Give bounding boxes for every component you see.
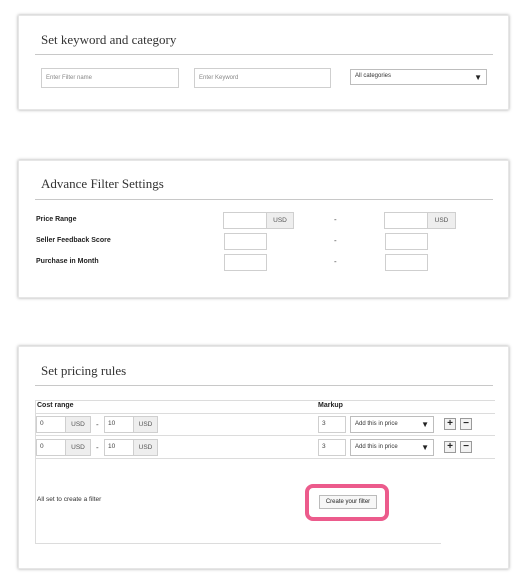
divider <box>35 54 493 55</box>
filter-name-input[interactable]: Enter Filter name <box>41 68 179 88</box>
table-row-rule <box>35 435 495 436</box>
purchase-month-label: Purchase in Month <box>36 258 99 265</box>
feedback-separator: - <box>334 236 337 245</box>
ready-message: All set to create a filter <box>37 496 102 503</box>
cost-from-input[interactable]: 0 <box>36 416 66 433</box>
price-max-input[interactable] <box>384 212 428 229</box>
keyword-input[interactable]: Enter Keyword <box>194 68 331 88</box>
purchase-max-input[interactable] <box>385 254 428 271</box>
price-range-label: Price Range <box>36 216 77 223</box>
price-min-currency: USD <box>266 212 294 229</box>
cost-from-input[interactable]: 0 <box>36 439 66 456</box>
cost-to-currency: USD <box>133 439 158 456</box>
minus-icon[interactable]: − <box>460 441 472 453</box>
cost-range-separator: - <box>96 420 99 429</box>
price-max-currency: USD <box>427 212 456 229</box>
plus-icon[interactable]: + <box>444 441 456 453</box>
minus-icon[interactable]: − <box>460 418 472 430</box>
feedback-max-input[interactable] <box>385 233 428 250</box>
cost-to-input[interactable]: 10 <box>104 439 134 456</box>
table-row-rule <box>35 458 495 459</box>
create-filter-button[interactable]: Create your filter <box>319 495 377 509</box>
keyword-card: Set keyword and category Enter Filter na… <box>18 15 509 110</box>
chevron-down-icon: ▼ <box>421 443 429 452</box>
markup-mode-value: Add this in price <box>355 444 398 450</box>
purchase-min-input[interactable] <box>224 254 267 271</box>
cost-range-separator: - <box>96 443 99 452</box>
plus-icon[interactable]: + <box>444 418 456 430</box>
markup-input[interactable]: 3 <box>318 416 346 433</box>
divider <box>35 385 493 386</box>
table-header-rule <box>35 413 495 414</box>
chevron-down-icon: ▼ <box>421 420 429 429</box>
keyword-card-title: Set keyword and category <box>41 32 177 47</box>
category-select[interactable]: All categories ▼ <box>350 69 487 85</box>
markup-mode-select[interactable]: Add this in price ▼ <box>350 439 434 456</box>
seller-feedback-label: Seller Feedback Score <box>36 237 111 244</box>
table-top-border <box>35 400 495 401</box>
pricing-card-title: Set pricing rules <box>41 363 127 378</box>
category-select-value: All categories <box>355 73 392 79</box>
price-min-input[interactable] <box>223 212 267 229</box>
chevron-down-icon: ▼ <box>474 73 482 82</box>
feedback-min-input[interactable] <box>224 233 267 250</box>
advance-filter-card: Advance Filter Settings Price Range USD … <box>18 160 509 298</box>
price-range-separator: - <box>334 215 337 224</box>
cost-range-header: Cost range <box>37 402 74 409</box>
pricing-rules-card: Set pricing rules Cost range Markup 0 US… <box>18 346 509 569</box>
cost-to-currency: USD <box>133 416 158 433</box>
advance-card-title: Advance Filter Settings <box>41 176 164 191</box>
cost-from-currency: USD <box>65 416 91 433</box>
purchase-separator: - <box>334 257 337 266</box>
markup-input[interactable]: 3 <box>318 439 346 456</box>
markup-mode-select[interactable]: Add this in price ▼ <box>350 416 434 433</box>
table-bottom-border <box>35 543 441 544</box>
cost-to-input[interactable]: 10 <box>104 416 134 433</box>
cost-from-currency: USD <box>65 439 91 456</box>
markup-mode-value: Add this in price <box>355 421 398 427</box>
markup-header: Markup <box>318 402 343 409</box>
divider <box>35 199 493 200</box>
